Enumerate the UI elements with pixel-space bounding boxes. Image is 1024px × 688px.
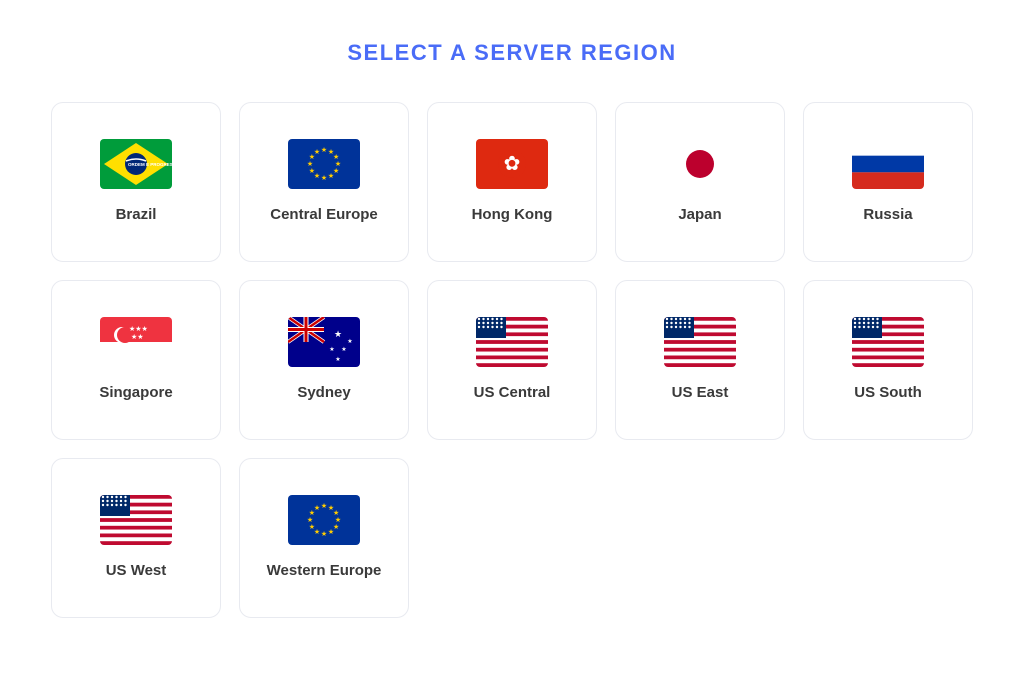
region-label-singapore: Singapore [99, 383, 172, 403]
svg-text:★★★: ★★★ [129, 325, 148, 333]
region-card-us-east[interactable]: US East [615, 280, 785, 440]
svg-text:★: ★ [335, 516, 341, 524]
region-label-western-europe: Western Europe [267, 561, 382, 581]
region-label-us-east: US East [672, 383, 729, 403]
region-label-sydney: Sydney [297, 383, 350, 403]
svg-text:★: ★ [328, 528, 334, 536]
svg-text:★: ★ [321, 146, 327, 154]
region-label-brazil: Brazil [116, 205, 157, 225]
svg-text:★: ★ [347, 338, 352, 345]
region-card-hong-kong[interactable]: ✿ Hong Kong [427, 102, 597, 262]
svg-text:★: ★ [329, 346, 334, 353]
region-label-us-central: US Central [474, 383, 551, 403]
flag-russia [852, 139, 924, 189]
region-card-singapore[interactable]: ★★★ ★★ Singapore [51, 280, 221, 440]
flag-sydney: ★ ★ ★ ★ ★ [288, 317, 360, 367]
flag-hong-kong: ✿ [476, 139, 548, 189]
svg-text:★: ★ [321, 530, 327, 538]
flag-central-europe: ★★★★★★★★★★★★ [288, 139, 360, 189]
flag-us-east [664, 317, 736, 367]
flag-japan [664, 139, 736, 189]
flag-brazil: ORDEM E PROGRESSO [100, 139, 172, 189]
flag-us-west [100, 495, 172, 545]
svg-text:★: ★ [314, 148, 320, 156]
svg-text:★★: ★★ [131, 333, 144, 341]
region-card-russia[interactable]: Russia [803, 102, 973, 262]
region-label-japan: Japan [678, 205, 721, 225]
svg-text:★: ★ [335, 160, 341, 168]
svg-text:★: ★ [334, 329, 342, 339]
region-card-central-europe[interactable]: ★★★★★★★★★★★★ Central Europe [239, 102, 409, 262]
svg-text:★: ★ [333, 153, 339, 161]
region-card-sydney[interactable]: ★ ★ ★ ★ ★ Sydney [239, 280, 409, 440]
flag-us-central [476, 317, 548, 367]
region-card-us-central[interactable]: US Central [427, 280, 597, 440]
svg-text:★: ★ [309, 167, 315, 175]
svg-text:★: ★ [307, 160, 313, 168]
region-card-us-west[interactable]: US West [51, 458, 221, 618]
svg-text:★: ★ [321, 174, 327, 182]
flag-us-south [852, 317, 924, 367]
svg-text:★: ★ [341, 346, 346, 353]
region-card-japan[interactable]: Japan [615, 102, 785, 262]
flag-singapore: ★★★ ★★ [100, 317, 172, 367]
svg-text:✿: ✿ [504, 153, 521, 175]
svg-text:★: ★ [333, 509, 339, 517]
region-card-us-south[interactable]: US South [803, 280, 973, 440]
svg-text:★: ★ [335, 356, 340, 363]
region-card-brazil[interactable]: ORDEM E PROGRESSO Brazil [51, 102, 221, 262]
region-label-us-south: US South [854, 383, 922, 403]
svg-text:★: ★ [307, 516, 313, 524]
svg-text:★: ★ [321, 502, 327, 510]
region-label-hong-kong: Hong Kong [472, 205, 553, 225]
region-card-western-europe[interactable]: ★★★★★★★★★★★★ Western Europe [239, 458, 409, 618]
region-grid: ORDEM E PROGRESSO Brazil ★★★★★★★★★★★★ Ce… [51, 102, 973, 618]
svg-text:★: ★ [314, 504, 320, 512]
svg-text:★: ★ [328, 172, 334, 180]
region-label-russia: Russia [863, 205, 912, 225]
region-label-us-west: US West [106, 561, 167, 581]
region-label-central-europe: Central Europe [270, 205, 378, 225]
page-title: SELECT A SERVER REGION [347, 40, 676, 66]
svg-text:★: ★ [309, 523, 315, 531]
svg-text:ORDEM E PROGRESSO: ORDEM E PROGRESSO [128, 162, 172, 167]
flag-western-europe: ★★★★★★★★★★★★ [288, 495, 360, 545]
